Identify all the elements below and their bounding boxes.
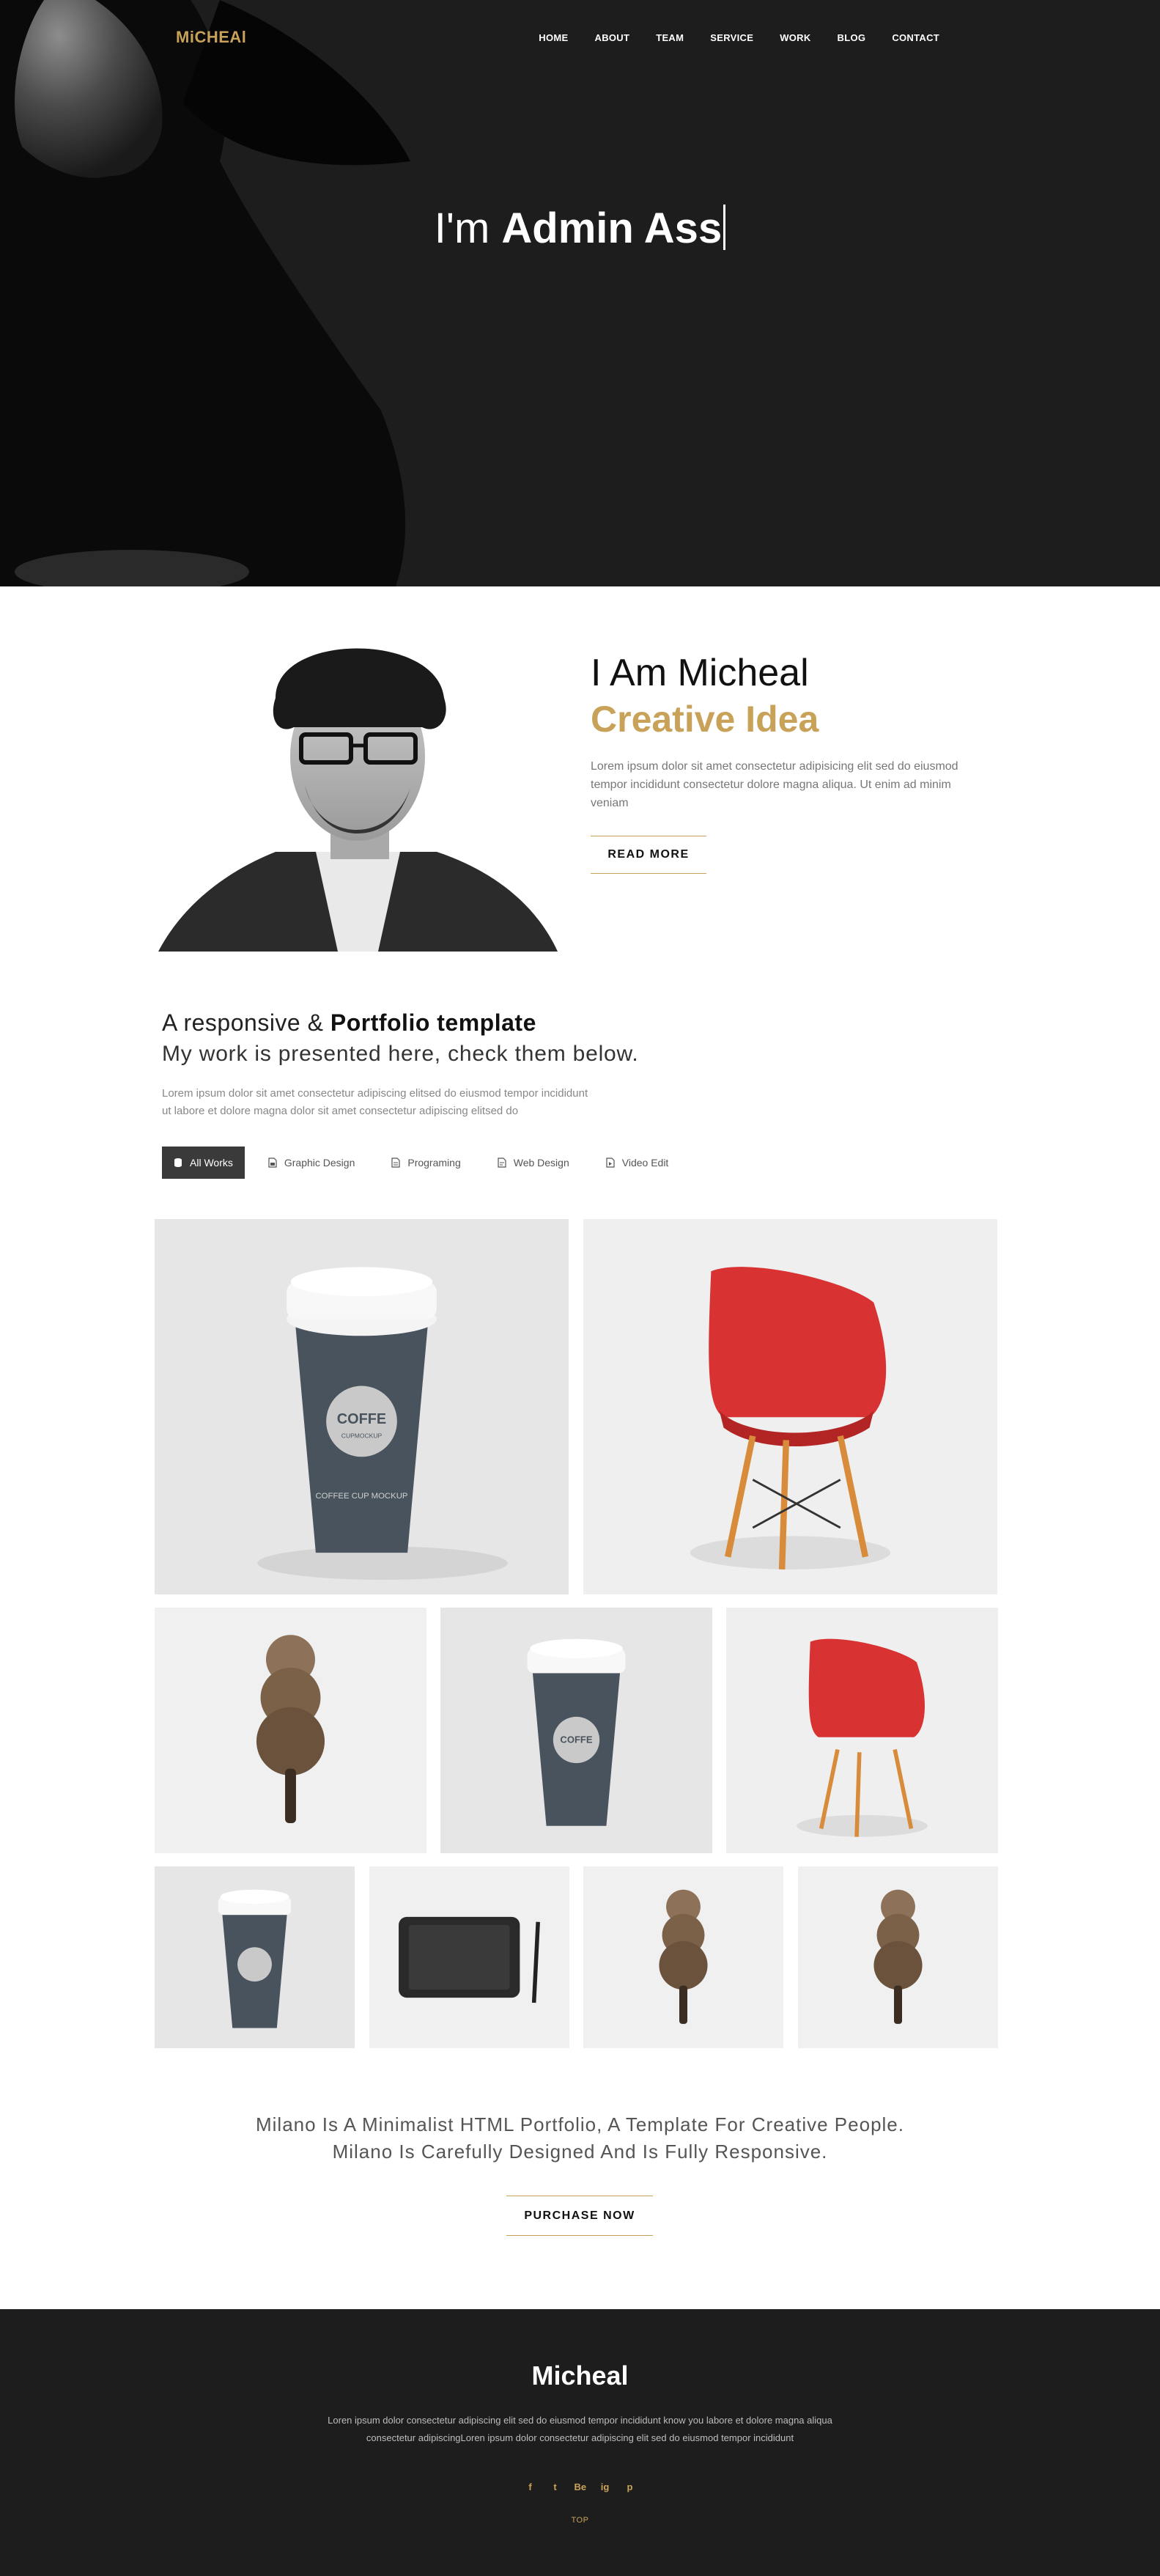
footer-text: Loren ipsum dolor consectetur adipiscing… (328, 2415, 832, 2443)
bronze-sculpture-image (155, 1608, 426, 1853)
portfolio-filters: All Works Graphic Design Programing Web … (162, 1147, 692, 1179)
hero-section: MiCHEAl HOME ABOUT TEAM SERVICE WORK BLO… (0, 0, 1160, 586)
nav-blog[interactable]: BLOG (838, 32, 866, 43)
behance-icon[interactable]: Be (575, 2481, 587, 2492)
bronze-sculpture-image (583, 1866, 783, 2048)
bronze-sculpture-image (798, 1866, 998, 2048)
filter-web-design[interactable]: Web Design (484, 1147, 583, 1179)
promo-line-1: Milano Is A Minimalist HTML Portfolio, A… (255, 2113, 904, 2135)
file-code-icon (391, 1158, 400, 1168)
nav-work[interactable]: WORK (780, 32, 810, 43)
promo-line-2: Milano Is Carefully Designed And Is Full… (332, 2141, 828, 2163)
portfolio-heading-bold: Portfolio template (330, 1009, 536, 1036)
cup-sub: CUPMOCKUP (341, 1432, 383, 1440)
portfolio-description-line: ut labore et dolore magna dolor sit amet… (162, 1105, 519, 1117)
portfolio-heading: A responsive & Portfolio template (162, 1009, 536, 1037)
about-text: Lorem ipsum dolor sit amet consectetur a… (591, 760, 958, 809)
cup-title: COFFE (337, 1411, 386, 1427)
filter-all-works[interactable]: All Works (162, 1147, 245, 1179)
filter-label: Video Edit (621, 1157, 669, 1169)
stack-icon (174, 1158, 182, 1168)
coffee-cup-image: COFFE (440, 1608, 712, 1853)
filter-label: Programing (407, 1157, 461, 1169)
footer-brand: Micheal (531, 2360, 629, 2391)
filter-label: Graphic Design (284, 1157, 355, 1169)
read-more-button[interactable]: READ MORE (591, 836, 706, 874)
nav-contact[interactable]: CONTACT (892, 32, 939, 43)
red-chair-image (583, 1219, 997, 1594)
portfolio-item-bronze-sculpture[interactable] (155, 1608, 426, 1853)
nav-team[interactable]: TEAM (656, 32, 684, 43)
file-video-icon (606, 1158, 615, 1168)
about-portrait-image (158, 603, 558, 952)
cup-title: COFFE (560, 1734, 592, 1745)
twitter-icon[interactable]: t (550, 2481, 561, 2492)
about-subtitle: Creative Idea (591, 699, 819, 740)
portfolio-description: Lorem ipsum dolor sit amet consectetur a… (162, 1085, 690, 1120)
portfolio-item-red-chair[interactable] (583, 1219, 997, 1594)
facebook-icon[interactable]: f (525, 2481, 536, 2492)
back-to-top-link[interactable]: TOP (0, 2516, 1160, 2525)
drawing-tablet-image (369, 1866, 569, 2048)
social-links: f t Be ig p (0, 2481, 1160, 2492)
typing-caret (723, 205, 726, 250)
pinterest-icon[interactable]: p (624, 2481, 636, 2492)
red-chair-image (726, 1608, 998, 1853)
hero-portrait-image (0, 0, 1160, 586)
site-logo[interactable]: MiCHEAl (176, 28, 246, 47)
filter-label: Web Design (513, 1157, 569, 1169)
cup-caption: COFFEE CUP MOCKUP (315, 1492, 407, 1501)
filter-label: All Works (190, 1157, 233, 1169)
portfolio-item-bronze-sculpture-2[interactable] (583, 1866, 783, 2048)
instagram-icon[interactable]: ig (599, 2481, 611, 2492)
filter-programing[interactable]: Programing (378, 1147, 473, 1179)
purchase-now-button[interactable]: PURCHASE NOW (506, 2196, 653, 2236)
portfolio-item-red-chair-2[interactable] (726, 1608, 998, 1853)
file-image-icon (268, 1158, 277, 1168)
portfolio-item-coffee-cup-2[interactable]: COFFE (440, 1608, 712, 1853)
nav-about[interactable]: ABOUT (595, 32, 630, 43)
portfolio-subheading: My work is presented here, check them be… (162, 1042, 639, 1066)
portfolio-item-coffee-cup[interactable]: COFFE CUPMOCKUP COFFEE CUP MOCKUP (155, 1219, 569, 1594)
portfolio-heading-prefix: A responsive & (162, 1009, 330, 1036)
hero-headline: I'm Admin Ass (0, 204, 1160, 253)
filter-graphic-design[interactable]: Graphic Design (255, 1147, 369, 1179)
coffee-cup-image (155, 1866, 355, 2048)
filter-video-edit[interactable]: Video Edit (593, 1147, 682, 1179)
about-title: I Am Micheal (591, 652, 809, 694)
coffee-cup-image: COFFE CUPMOCKUP COFFEE CUP MOCKUP (155, 1219, 569, 1594)
hero-prefix: I'm (434, 205, 502, 252)
hero-typed-name: Admin Ass (501, 205, 723, 252)
nav-service[interactable]: SERVICE (710, 32, 753, 43)
portfolio-item-coffee-cup-3[interactable] (155, 1866, 355, 2048)
file-text-icon (498, 1158, 506, 1168)
nav-home[interactable]: HOME (539, 32, 568, 43)
portfolio-item-bronze-sculpture-3[interactable] (798, 1866, 998, 2048)
footer: Micheal Loren ipsum dolor consectetur ad… (0, 2309, 1160, 2576)
main-nav: HOME ABOUT TEAM SERVICE WORK BLOG CONTAC… (512, 32, 939, 43)
portfolio-description-line: Lorem ipsum dolor sit amet consectetur a… (162, 1087, 588, 1100)
portfolio-item-drawing-tablet[interactable] (369, 1866, 569, 2048)
